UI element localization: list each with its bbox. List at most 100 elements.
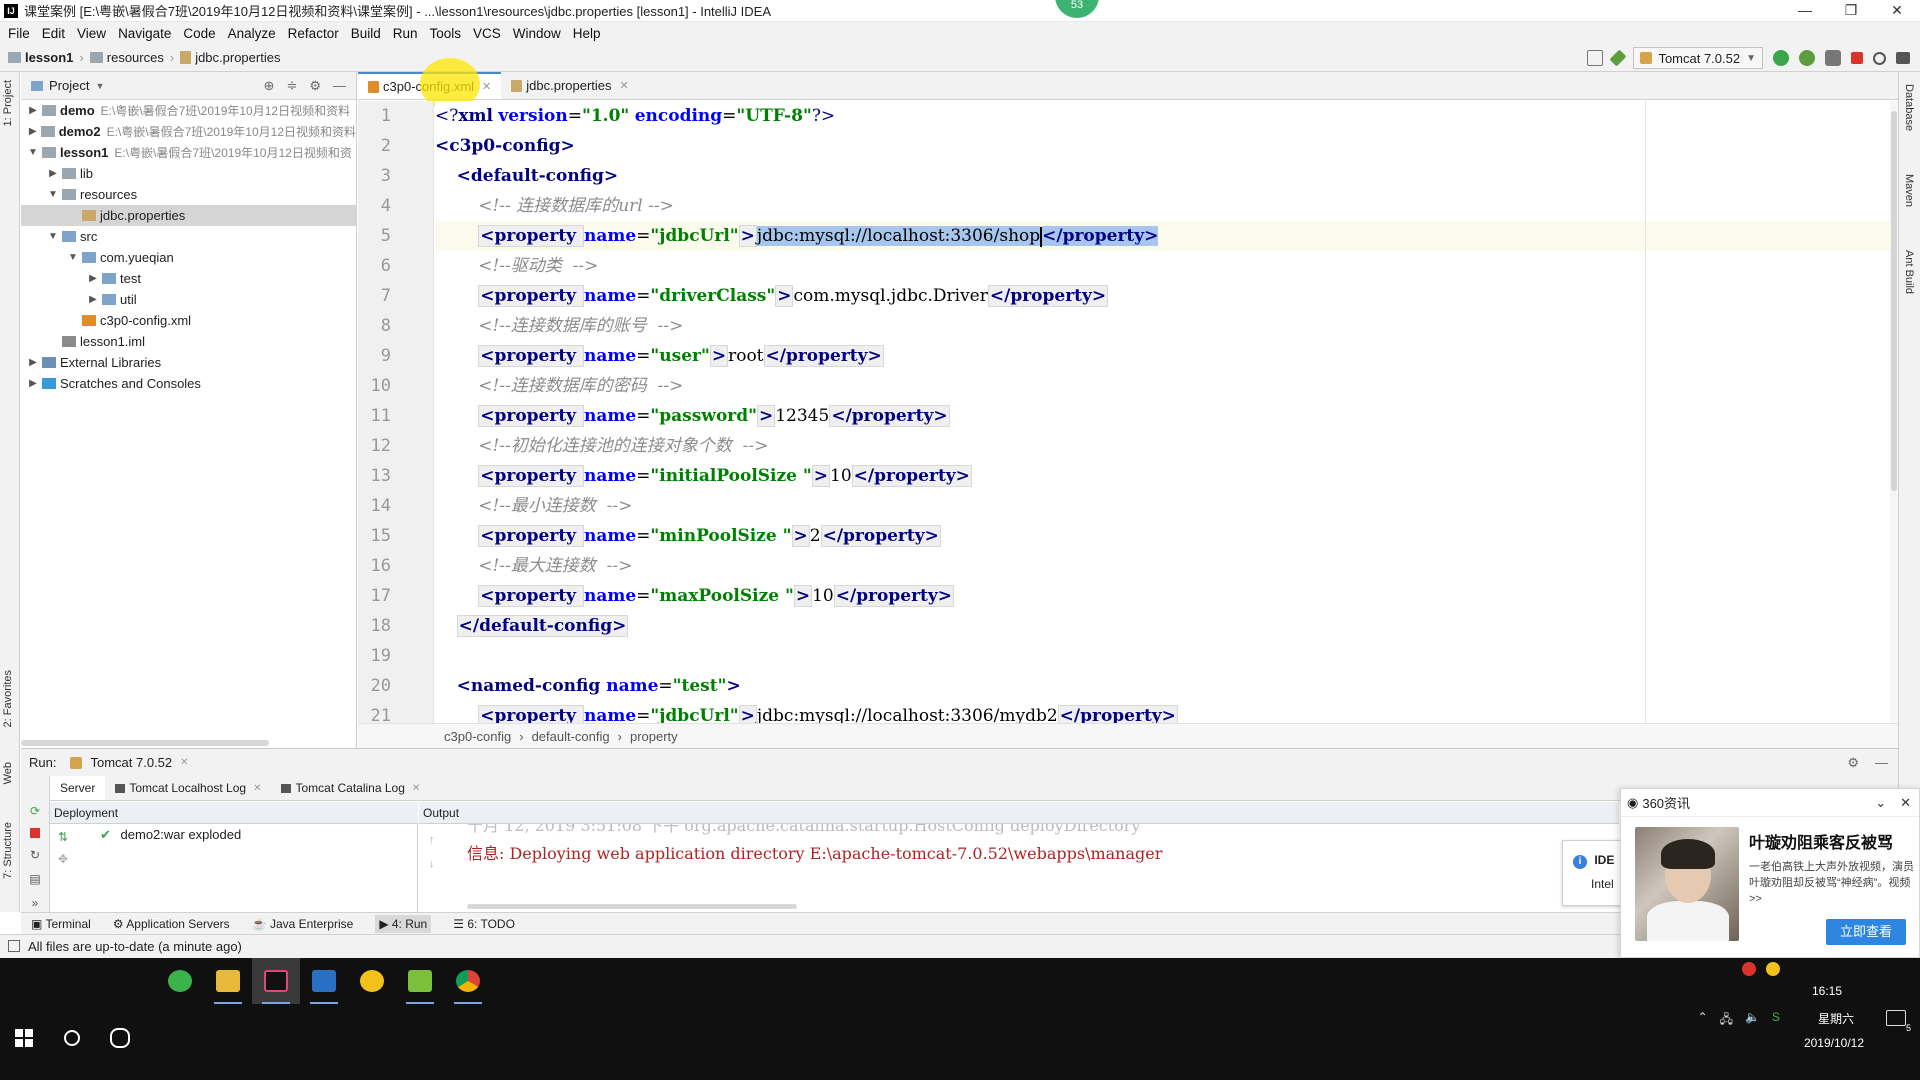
- terminal-tab[interactable]: ▣ Terminal: [31, 917, 91, 931]
- search-icon[interactable]: [1873, 51, 1886, 65]
- project-horizontal-scrollbar[interactable]: [21, 740, 269, 746]
- chevron-right-icon[interactable]: ▶: [27, 105, 39, 116]
- volume-icon[interactable]: 🔈: [1745, 1010, 1760, 1031]
- tree-item[interactable]: ▶ lib: [21, 163, 356, 184]
- network-icon[interactable]: 🖧: [1720, 1010, 1733, 1031]
- code-line[interactable]: <property name="jdbcUrl" > jdbc:mysql://lo…: [435, 221, 1890, 251]
- menu-view[interactable]: View: [73, 26, 114, 41]
- editor-crumb-property[interactable]: property: [630, 729, 678, 744]
- menu-window[interactable]: Window: [509, 26, 569, 41]
- chevron-down-icon[interactable]: ▼: [95, 81, 104, 91]
- code-line[interactable]: <property name="initialPoolSize " >10 </pr…: [435, 461, 1890, 491]
- database-tool-button[interactable]: Database: [1903, 84, 1915, 131]
- menu-code[interactable]: Code: [179, 26, 223, 41]
- browser-360-app[interactable]: [156, 958, 204, 1004]
- clock-date[interactable]: 2019/10/12: [1804, 1036, 1864, 1050]
- code-line[interactable]: <property name="jdbcUrl" > jdbc:mysql://lo…: [435, 701, 1890, 723]
- run-config-dropdown[interactable]: Tomcat 7.0.52 ▼: [1633, 47, 1763, 69]
- tree-item[interactable]: ▼ lesson1 E:\粤嵌\暑假合7班\2019年10月12日视频和资: [21, 142, 356, 163]
- code-line[interactable]: <property name="driverClass" > com.mysql.j…: [435, 281, 1890, 311]
- run-coverage-icon[interactable]: [1825, 50, 1841, 66]
- rerun-icon[interactable]: ⟳: [30, 804, 40, 818]
- build-hammer-icon[interactable]: [1609, 49, 1627, 67]
- menu-vcs[interactable]: VCS: [469, 26, 509, 41]
- code-line[interactable]: <property name="minPoolSize " >2 </propert…: [435, 521, 1890, 551]
- clock-weekday[interactable]: 星期六: [1818, 1010, 1854, 1027]
- breadcrumb-resources[interactable]: resources ›: [89, 50, 174, 65]
- clock-time[interactable]: 16:15: [1812, 984, 1842, 998]
- tree-item[interactable]: jdbc.properties: [21, 205, 356, 226]
- tree-item[interactable]: ▶ Scratches and Consoles: [21, 373, 356, 394]
- breadcrumb-lesson1[interactable]: lesson1 ›: [8, 50, 84, 65]
- tree-item[interactable]: ▶ demo2 E:\粤嵌\暑假合7班\2019年10月12日视频和资料: [21, 121, 356, 142]
- code-line[interactable]: <named-config name="test">: [435, 671, 1890, 701]
- chat-app[interactable]: [348, 958, 396, 1004]
- chevron-down-icon[interactable]: ⌄: [1875, 795, 1886, 811]
- favorites-tool-button[interactable]: 2: Favorites: [2, 670, 14, 727]
- code-line[interactable]: <property name="user" > root </property>: [435, 341, 1890, 371]
- menu-help[interactable]: Help: [569, 26, 609, 41]
- layout-icon[interactable]: ▤: [29, 872, 40, 886]
- tab-server[interactable]: Server: [50, 776, 106, 800]
- editor-crumb-default-config[interactable]: default-config: [532, 729, 610, 744]
- project-structure-icon[interactable]: [1587, 50, 1604, 66]
- code-line[interactable]: <!--驱动类 -->: [435, 251, 1890, 281]
- code-line[interactable]: [435, 641, 1890, 671]
- arrow-down-icon[interactable]: ↓: [429, 858, 435, 870]
- menu-refactor[interactable]: Refactor: [284, 26, 347, 41]
- code-line[interactable]: <property name="password" >12345 </propert…: [435, 401, 1890, 431]
- project-panel-title[interactable]: Project: [49, 78, 89, 93]
- scrollbar-thumb[interactable]: [1891, 111, 1897, 491]
- output-console[interactable]: ↑ ↓ 十月 12, 2019 3:51:08 下午 org.apache.ca…: [419, 824, 1619, 912]
- chevron-right-icon[interactable]: ▶: [87, 294, 99, 305]
- input-method-icon[interactable]: S: [1772, 1010, 1780, 1031]
- close-tab-icon[interactable]: ✕: [412, 783, 420, 794]
- todo-tab[interactable]: ☰ 6: TODO: [453, 917, 515, 931]
- start-button[interactable]: [0, 1018, 48, 1058]
- editor-crumb-c3p0-config[interactable]: c3p0-config: [444, 729, 511, 744]
- java-enterprise-tab[interactable]: ☕ Java Enterprise: [252, 917, 354, 931]
- notepad-app[interactable]: [396, 958, 444, 1004]
- code-line[interactable]: <!-- 连接数据库的url -->: [435, 191, 1890, 221]
- project-tool-button[interactable]: 1: Project: [2, 80, 14, 126]
- more-icon[interactable]: »: [32, 896, 39, 910]
- news-title[interactable]: 叶璇劝阻乘客反被骂: [1749, 829, 1914, 853]
- stop-icon[interactable]: [1851, 52, 1863, 64]
- tree-item[interactable]: ▼ src: [21, 226, 356, 247]
- chevron-right-icon[interactable]: ▶: [47, 168, 59, 179]
- code-line[interactable]: <!--最小连接数 -->: [435, 491, 1890, 521]
- code-line[interactable]: <!--连接数据库的密码 -->: [435, 371, 1890, 401]
- tab-tomcat-catalina-log[interactable]: Tomcat Catalina Log ✕: [271, 776, 430, 800]
- application-servers-tab[interactable]: ⚙ Application Servers: [113, 917, 230, 931]
- tree-item[interactable]: ▶ test: [21, 268, 356, 289]
- close-button[interactable]: ✕: [1874, 0, 1920, 22]
- chevron-down-icon[interactable]: ▼: [67, 252, 79, 263]
- arrow-up-icon[interactable]: ↑: [429, 834, 435, 846]
- antivirus-icon[interactable]: [1742, 962, 1756, 976]
- file-explorer-app[interactable]: [204, 958, 252, 1004]
- close-tab-icon[interactable]: ✕: [253, 783, 261, 794]
- tree-item[interactable]: ▼ resources: [21, 184, 356, 205]
- tree-item[interactable]: ▶ demo E:\粤嵌\暑假合7班\2019年10月12日视频和资料: [21, 100, 356, 121]
- close-tab-icon[interactable]: ✕: [620, 79, 629, 92]
- web-tool-button[interactable]: Web: [2, 762, 14, 784]
- chevron-down-icon[interactable]: ▼: [47, 189, 59, 200]
- word-app[interactable]: [300, 958, 348, 1004]
- maven-tool-button[interactable]: Maven: [1903, 174, 1915, 207]
- code-line[interactable]: <!--最大连接数 -->: [435, 551, 1890, 581]
- update-icon[interactable]: ↻: [30, 848, 40, 862]
- run-config-tab[interactable]: Tomcat 7.0.52: [90, 755, 172, 770]
- tab-tomcat-localhost-log[interactable]: Tomcat Localhost Log ✕: [105, 776, 271, 800]
- task-view-button[interactable]: [96, 1018, 144, 1058]
- rerun-icon[interactable]: [1773, 50, 1789, 66]
- gear-icon[interactable]: ⚙: [1847, 755, 1859, 771]
- code-line[interactable]: <!--连接数据库的账号 -->: [435, 311, 1890, 341]
- code-editor[interactable]: <?xml version="1.0" encoding="UTF-8"?> <c…: [435, 101, 1890, 723]
- close-tab-icon[interactable]: ✕: [180, 757, 188, 768]
- gear-icon[interactable]: ⚙: [309, 78, 321, 94]
- chevron-right-icon[interactable]: ▶: [27, 357, 39, 368]
- chevron-up-icon[interactable]: ⌃: [1698, 1010, 1708, 1031]
- run-tab[interactable]: ▶ 4: Run: [375, 914, 432, 933]
- menu-edit[interactable]: Edit: [38, 26, 73, 41]
- ant-build-tool-button[interactable]: Ant Build: [1903, 250, 1915, 294]
